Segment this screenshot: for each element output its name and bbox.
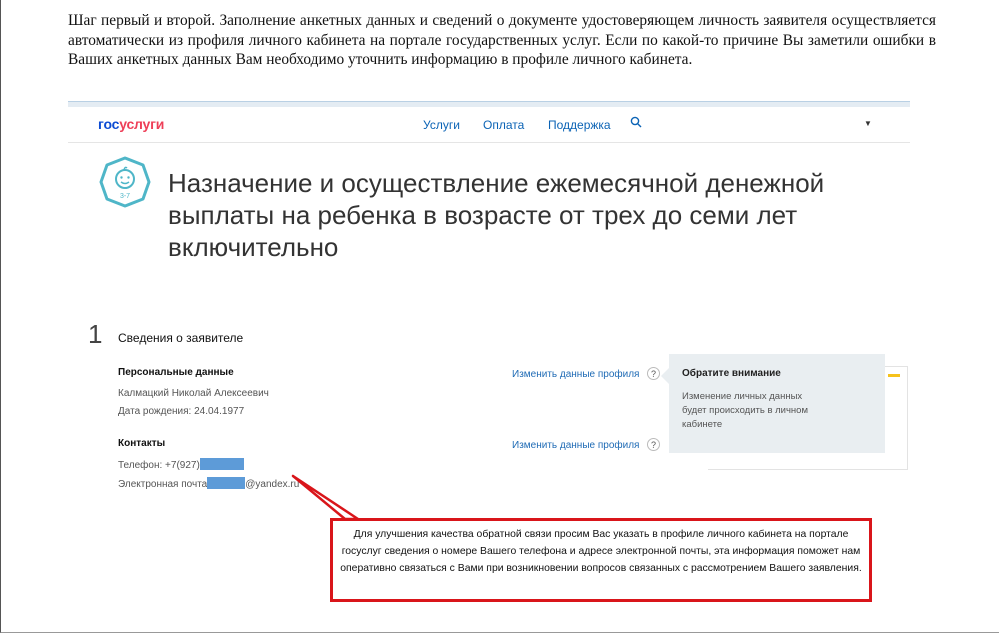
callout-note: Для улучшения качества обратной связи пр… [330,518,872,602]
